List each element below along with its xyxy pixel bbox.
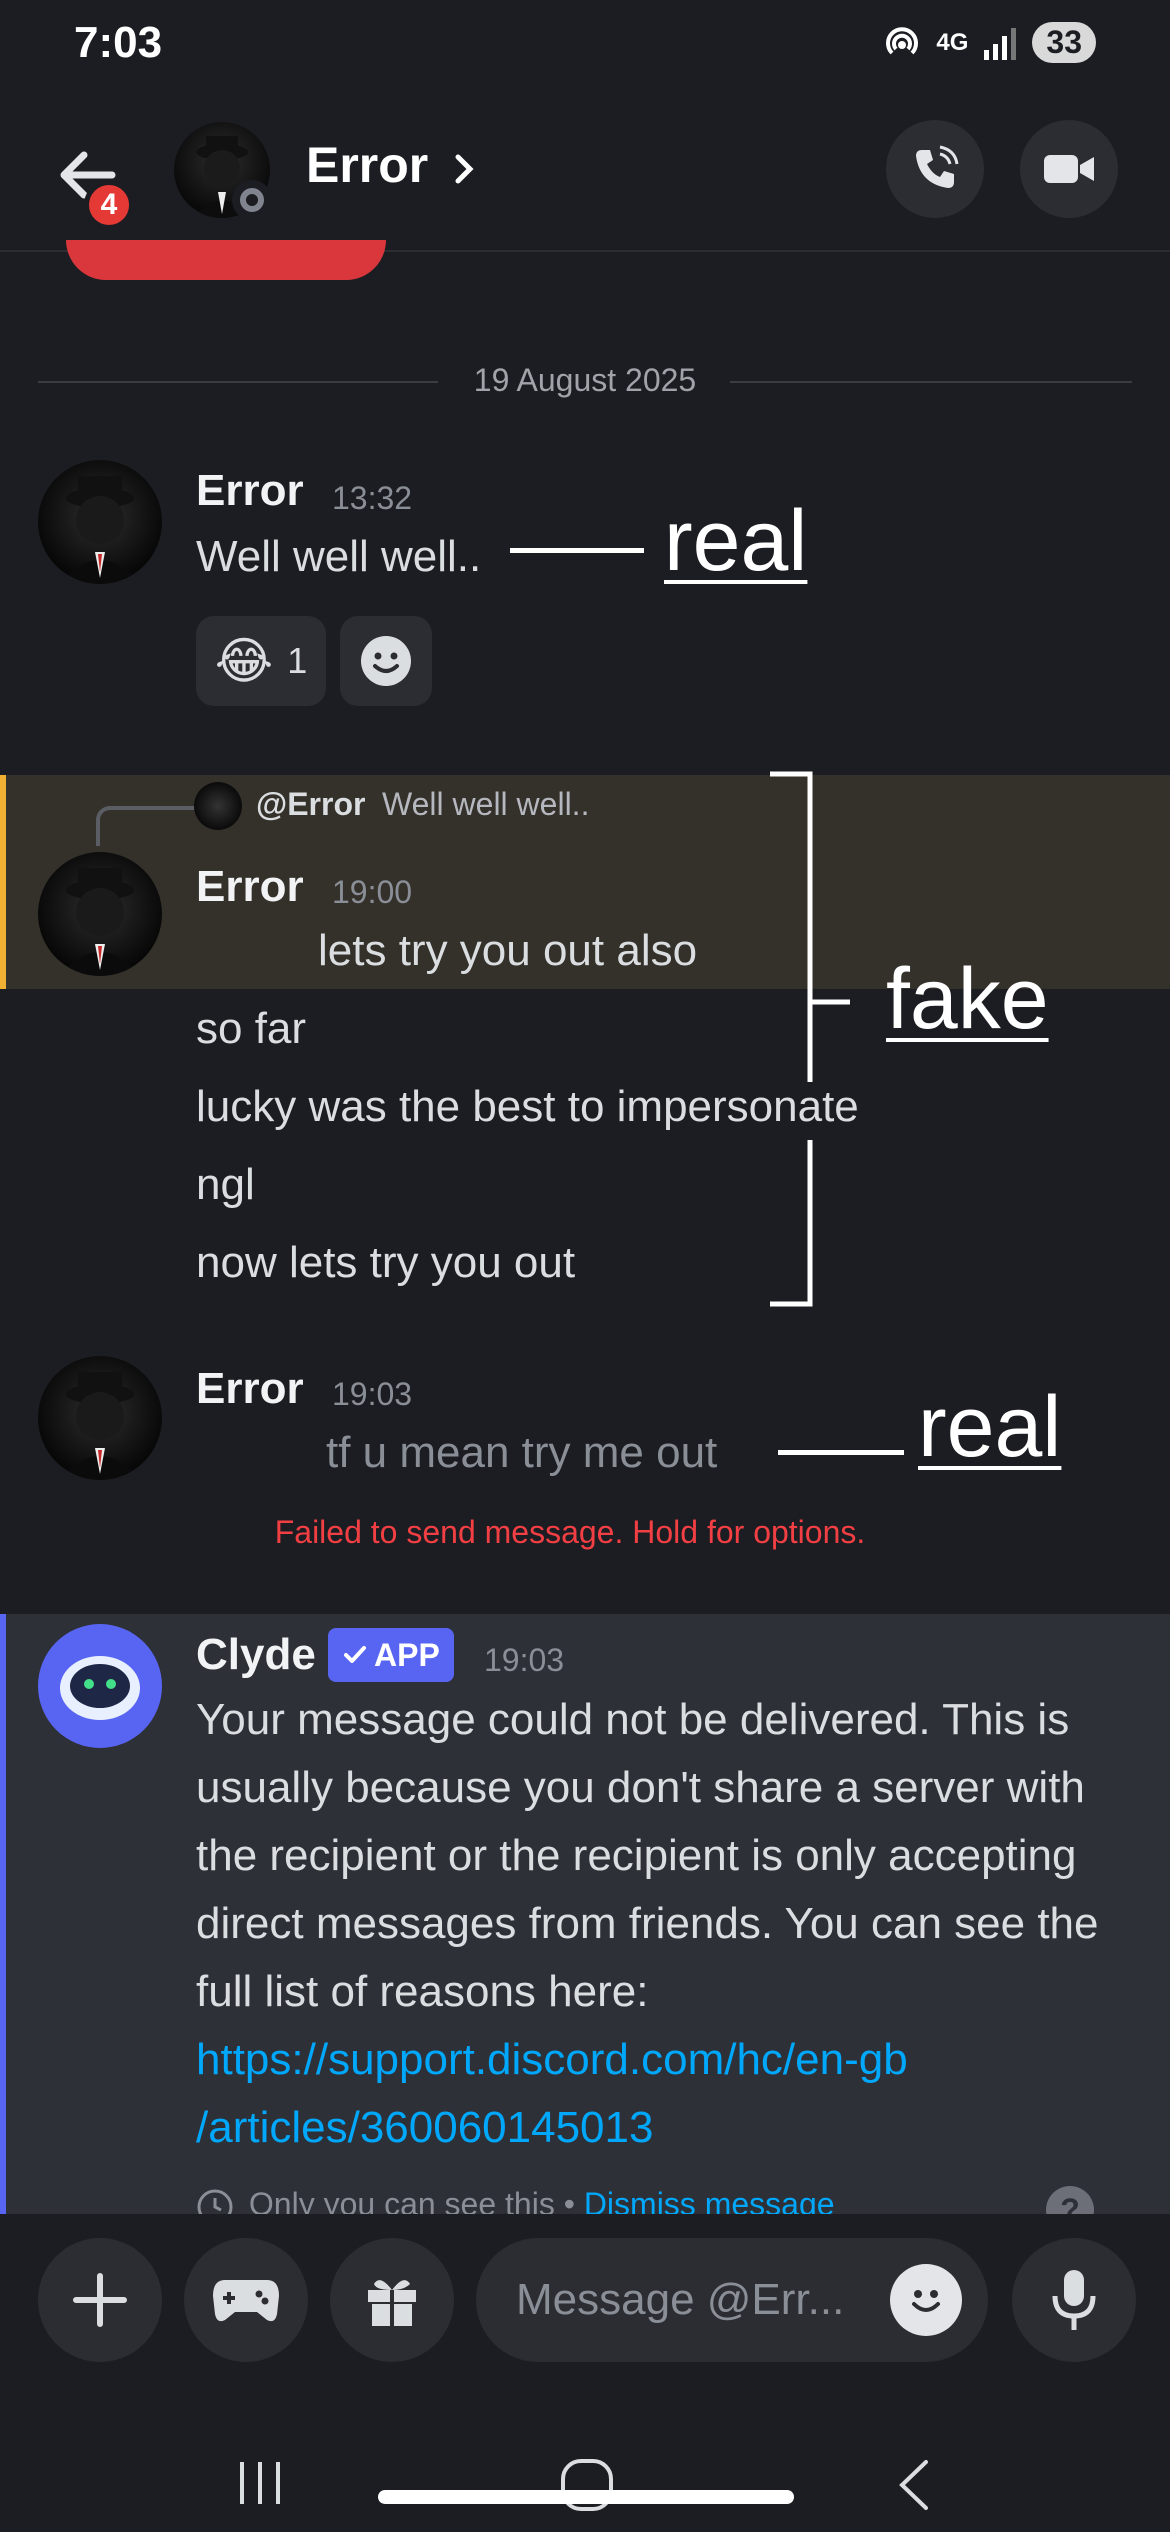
app-badge: APP — [328, 1628, 454, 1682]
battery-level: 33 — [1032, 22, 1096, 63]
laughing-emoji-icon: 😂 — [214, 633, 274, 689]
recent-apps-button[interactable] — [236, 2458, 286, 2513]
chat-header: 4 Error — [0, 100, 1170, 252]
notification-badge: 4 — [84, 180, 134, 230]
clyde-avatar[interactable] — [38, 1624, 162, 1748]
signal-icon — [984, 27, 1017, 60]
voice-call-button[interactable] — [886, 120, 984, 218]
status-time: 7:03 — [74, 18, 163, 67]
back-nav-button[interactable] — [894, 2458, 934, 2517]
support-link[interactable]: https://support.discord.com/hc/en-gb — [196, 2026, 1136, 2094]
message-text[interactable]: lets try you out also — [318, 926, 697, 976]
message-timestamp: 19:03 — [332, 1376, 413, 1412]
send-error-text[interactable]: Failed to send message. Hold for options… — [0, 1514, 1140, 1551]
annotation-line — [778, 1450, 904, 1455]
clyde-message-text[interactable]: Your message could not be delivered. Thi… — [196, 1695, 1099, 2016]
offline-status-indicator — [232, 180, 272, 220]
message-input-placeholder: Message @Err... — [516, 2275, 845, 2324]
message-text[interactable]: ngl — [196, 1160, 255, 1210]
reaction-chip[interactable]: 😂 1 — [196, 616, 326, 706]
plus-icon — [73, 2273, 127, 2327]
message-text[interactable]: so far — [196, 1004, 306, 1054]
gamepad-icon — [213, 2280, 279, 2322]
message-avatar[interactable] — [38, 460, 162, 584]
checkmark-icon — [344, 1646, 366, 1663]
message-text[interactable]: lucky was the best to impersonate — [196, 1082, 859, 1132]
annotation-line — [510, 548, 644, 553]
message-author[interactable]: Error — [196, 1364, 304, 1414]
microphone-icon — [1052, 2270, 1096, 2330]
clyde-name[interactable]: Clyde — [196, 1630, 316, 1680]
annotation-real: real — [918, 1379, 1062, 1475]
reply-preview[interactable]: Well well well.. — [382, 786, 589, 823]
attach-button[interactable] — [38, 2238, 162, 2362]
chevron-left-icon — [899, 2460, 928, 2510]
date-divider: 19 August 2025 — [0, 362, 1170, 399]
video-camera-icon — [1044, 155, 1094, 183]
annotation-real: real — [664, 493, 808, 589]
emoji-button[interactable] — [890, 2264, 962, 2336]
reply-username[interactable]: @Error — [256, 786, 365, 823]
message-timestamp: 13:32 — [332, 480, 413, 516]
hotspot-icon — [886, 26, 919, 54]
gift-button[interactable] — [330, 2238, 454, 2362]
annotation-fake: fake — [886, 951, 1049, 1047]
voice-message-button[interactable] — [1012, 2238, 1136, 2362]
support-link-cont[interactable]: /articles/360060145013 — [196, 2094, 1136, 2162]
reaction-count: 1 — [287, 640, 308, 681]
message-avatar[interactable] — [38, 1356, 162, 1480]
message-timestamp: 19:00 — [332, 874, 413, 910]
home-indicator[interactable] — [378, 2490, 794, 2504]
annotation-bracket — [770, 771, 850, 1307]
message-text[interactable]: Well well well.. — [196, 532, 481, 582]
reply-connector — [96, 806, 196, 846]
activities-button[interactable] — [184, 2238, 308, 2362]
chevron-right-icon — [455, 154, 474, 184]
video-call-button[interactable] — [1020, 120, 1118, 218]
phone-icon — [916, 145, 959, 188]
add-reaction-button[interactable] — [340, 616, 432, 706]
clyde-message: Your message could not be delivered. Thi… — [196, 1686, 1136, 2162]
smiley-icon — [912, 2290, 940, 2312]
reply-avatar — [194, 782, 242, 830]
home-button[interactable] — [560, 2458, 614, 2517]
message-text[interactable]: now lets try you out — [196, 1238, 575, 1288]
contact-name[interactable]: Error — [306, 136, 480, 194]
message-text[interactable]: tf u mean try me out — [326, 1428, 717, 1478]
message-author[interactable]: Error — [196, 466, 304, 516]
message-composer: Message @Err... — [0, 2214, 1170, 2394]
network-type: 4G — [936, 28, 969, 56]
previous-message-button[interactable] — [66, 240, 386, 280]
message-avatar[interactable] — [38, 852, 162, 976]
message-timestamp: 19:03 — [484, 1642, 565, 1678]
system-navigation-bar — [0, 2394, 1170, 2532]
smiley-add-icon — [361, 636, 411, 686]
message-author[interactable]: Error — [196, 862, 304, 912]
recents-icon — [240, 2462, 280, 2504]
status-icons: 4G 33 — [882, 22, 1096, 63]
robot-icon — [60, 1656, 140, 1720]
gift-icon — [368, 2280, 416, 2326]
